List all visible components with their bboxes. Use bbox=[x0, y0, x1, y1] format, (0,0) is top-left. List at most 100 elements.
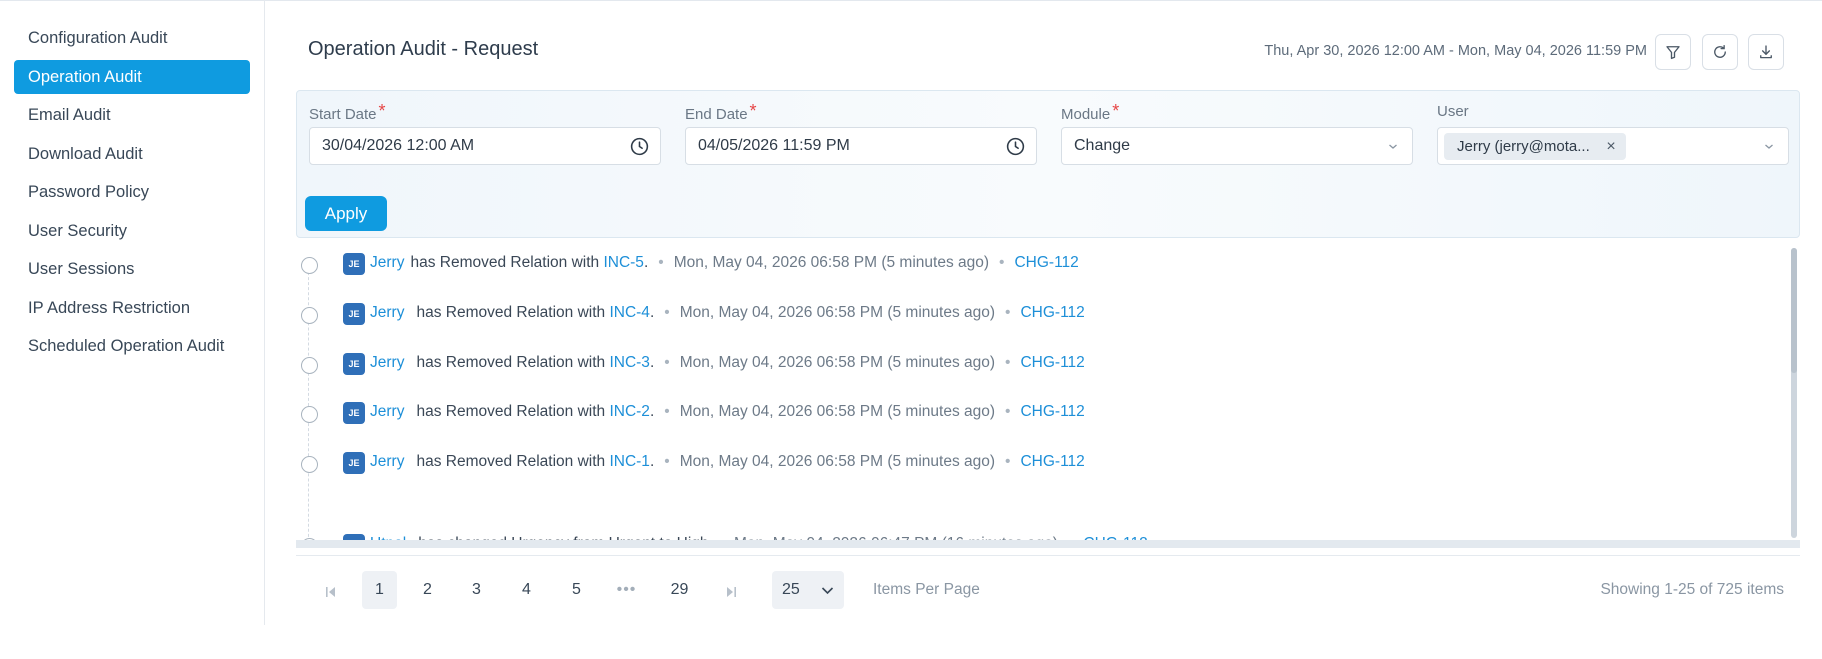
timeline-radio[interactable] bbox=[301, 357, 318, 374]
page-button-2[interactable]: 2 bbox=[410, 571, 445, 609]
clock-icon[interactable] bbox=[1005, 136, 1026, 157]
download-button[interactable] bbox=[1748, 34, 1784, 70]
user-chip-label: Jerry (jerry@mota... bbox=[1457, 138, 1590, 155]
timeline-row: JE Jerry has Removed Relation with INC-4.… bbox=[296, 301, 1776, 331]
download-icon bbox=[1760, 45, 1772, 59]
required-marker: * bbox=[749, 101, 757, 121]
reference-link[interactable]: INC-1 bbox=[609, 453, 649, 470]
sidebar-item-user-sessions[interactable]: User Sessions bbox=[14, 252, 250, 286]
timestamp: Mon, May 04, 2026 06:58 PM (5 minutes ag… bbox=[679, 453, 996, 470]
sidebar-item-password-policy[interactable]: Password Policy bbox=[14, 175, 250, 209]
timeline-row: JE Jerry has Removed Relation with INC-2.… bbox=[296, 400, 1776, 430]
record-link[interactable]: CHG-112 bbox=[1020, 304, 1084, 321]
chevron-down-icon bbox=[821, 587, 834, 595]
timeline-radio[interactable] bbox=[301, 456, 318, 473]
action-text: has Removed Relation with bbox=[416, 304, 606, 321]
record-link[interactable]: CHG-112 bbox=[1014, 254, 1078, 271]
end-date-label: End Date * bbox=[685, 101, 757, 123]
record-link[interactable]: CHG-112 bbox=[1083, 535, 1147, 540]
avatar: JE bbox=[343, 452, 365, 474]
user-link[interactable]: Jerry bbox=[370, 453, 404, 470]
page-ellipsis[interactable]: ••• bbox=[609, 571, 644, 609]
sidebar-item-email-audit[interactable]: Email Audit bbox=[14, 98, 250, 132]
audit-timeline: JE Jerry has Removed Relation with INC-5.… bbox=[296, 240, 1800, 548]
filter-button[interactable] bbox=[1655, 34, 1691, 70]
record-link[interactable]: CHG-112 bbox=[1020, 354, 1084, 371]
end-date-value: 04/05/2026 11:59 PM bbox=[698, 137, 850, 154]
sidebar-item-scheduled-operation-audit[interactable]: Scheduled Operation Audit bbox=[14, 329, 250, 363]
refresh-button[interactable] bbox=[1702, 34, 1738, 70]
start-date-label: Start Date * bbox=[309, 101, 386, 123]
user-link[interactable]: Jerry bbox=[370, 354, 404, 371]
timeline-radio[interactable] bbox=[301, 307, 318, 324]
start-date-value: 30/04/2026 12:00 AM bbox=[322, 137, 475, 154]
end-date-field[interactable]: 04/05/2026 11:59 PM bbox=[685, 127, 1037, 165]
separator-dot: • bbox=[664, 453, 670, 470]
timeline-radio[interactable] bbox=[301, 406, 318, 423]
module-select[interactable]: Change bbox=[1061, 127, 1413, 165]
reference-link[interactable]: INC-2 bbox=[609, 403, 649, 420]
avatar: UT bbox=[343, 534, 365, 540]
record-link[interactable]: CHG-112 bbox=[1020, 403, 1084, 420]
page-button-1[interactable]: 1 bbox=[362, 571, 397, 609]
page-title: Operation Audit - Request bbox=[308, 38, 539, 60]
scrollbar-thumb[interactable] bbox=[1791, 248, 1797, 373]
per-page-value: 25 bbox=[782, 581, 800, 598]
sidebar-item-download-audit[interactable]: Download Audit bbox=[14, 137, 250, 171]
date-range-label: Thu, Apr 30, 2026 12:00 AM - Mon, May 04… bbox=[1264, 43, 1647, 59]
clock-icon[interactable] bbox=[629, 136, 650, 157]
separator-dot: • bbox=[1005, 403, 1011, 420]
items-per-page-select[interactable]: 25 bbox=[772, 571, 844, 609]
module-value: Change bbox=[1074, 137, 1131, 154]
ref-suffix: . bbox=[649, 403, 655, 420]
ref-suffix: . bbox=[643, 254, 649, 271]
user-label: User bbox=[1437, 103, 1469, 120]
user-select[interactable]: Jerry (jerry@mota... × bbox=[1437, 127, 1789, 165]
ref-suffix: . bbox=[649, 453, 655, 470]
action-text: has Removed Relation with bbox=[416, 453, 606, 470]
ref-suffix: . bbox=[649, 304, 655, 321]
sidebar: Configuration Audit Operation Audit Emai… bbox=[0, 0, 265, 625]
chevron-down-icon bbox=[1765, 144, 1773, 149]
action-text: has Removed Relation with bbox=[410, 254, 600, 271]
user-link[interactable]: Utpal bbox=[370, 535, 406, 540]
separator-dot: • bbox=[664, 304, 670, 321]
separator-dot: • bbox=[1005, 453, 1011, 470]
chip-remove-icon[interactable]: × bbox=[1606, 133, 1615, 160]
reference-link[interactable]: INC-3 bbox=[609, 354, 649, 371]
action-text: has Removed Relation with bbox=[416, 403, 606, 420]
last-page-icon[interactable] bbox=[724, 586, 738, 598]
items-per-page-label: Items Per Page bbox=[873, 581, 980, 598]
refresh-icon bbox=[1714, 44, 1726, 58]
vertical-scrollbar[interactable] bbox=[1791, 248, 1797, 538]
pagination-divider bbox=[296, 555, 1800, 556]
user-link[interactable]: Jerry bbox=[370, 304, 404, 321]
timestamp: Mon, May 04, 2026 06:58 PM (5 minutes ag… bbox=[673, 254, 990, 271]
avatar: JE bbox=[343, 303, 365, 325]
page-button-29[interactable]: 29 bbox=[662, 571, 697, 609]
sidebar-item-ip-address-restriction[interactable]: IP Address Restriction bbox=[14, 291, 250, 325]
page-button-5[interactable]: 5 bbox=[559, 571, 594, 609]
first-page-icon[interactable] bbox=[324, 586, 338, 598]
timeline-radio[interactable] bbox=[301, 538, 318, 540]
start-date-field[interactable]: 30/04/2026 12:00 AM bbox=[309, 127, 661, 165]
apply-button[interactable]: Apply bbox=[305, 196, 387, 231]
timeline-radio[interactable] bbox=[301, 257, 318, 274]
page-button-4[interactable]: 4 bbox=[509, 571, 544, 609]
timestamp: Mon, May 04, 2026 06:58 PM (5 minutes ag… bbox=[679, 354, 996, 371]
timestamp: Mon, May 04, 2026 06:58 PM (5 minutes ag… bbox=[679, 304, 996, 321]
required-marker: * bbox=[1112, 101, 1120, 121]
timeline-row: UT Utpal has changed Urgency from Urgent … bbox=[296, 532, 1776, 540]
reference-link[interactable]: INC-5 bbox=[603, 254, 643, 271]
page-button-3[interactable]: 3 bbox=[459, 571, 494, 609]
timestamp: Mon, May 04, 2026 06:58 PM (5 minutes ag… bbox=[679, 403, 996, 420]
user-link[interactable]: Jerry bbox=[370, 254, 404, 271]
sidebar-item-operation-audit[interactable]: Operation Audit bbox=[14, 60, 250, 94]
sidebar-item-configuration-audit[interactable]: Configuration Audit bbox=[14, 21, 250, 55]
record-link[interactable]: CHG-112 bbox=[1020, 453, 1084, 470]
top-border bbox=[0, 0, 1822, 1]
separator-dot: • bbox=[658, 254, 664, 271]
sidebar-item-user-security[interactable]: User Security bbox=[14, 214, 250, 248]
user-link[interactable]: Jerry bbox=[370, 403, 404, 420]
reference-link[interactable]: INC-4 bbox=[609, 304, 649, 321]
